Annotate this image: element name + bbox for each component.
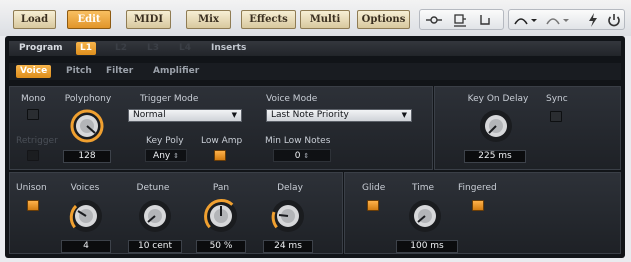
mono-toggle[interactable] [27,109,39,120]
polyphony-value[interactable]: 128 [63,150,111,163]
mix-button[interactable]: Mix [186,10,231,29]
min-low-notes-field[interactable]: 0 ⇕ [273,149,331,162]
key-poly-select[interactable]: Any ⇕ [145,149,187,162]
glide-toggle[interactable] [367,200,379,211]
low-amp-toggle[interactable] [214,150,226,161]
curve-down-icon[interactable] [513,12,539,28]
voice-mode-select[interactable]: Last Note Priority ▼ [266,109,412,122]
voice-mode-label: Voice Mode [266,94,318,104]
sync-toggle[interactable] [550,111,562,122]
lightning-icon[interactable] [585,12,601,28]
fingered-label: Fingered [458,183,497,193]
glide-label: Glide [362,183,386,193]
load-button[interactable]: Load [13,10,56,29]
edit-button[interactable]: Edit [67,10,111,29]
edit-icon-group [508,9,625,30]
delay-value[interactable]: 24 ms [263,240,313,253]
tab-amplifier[interactable]: Amplifier [153,66,199,76]
multi-button[interactable]: Multi [300,10,350,29]
retrigger-toggle[interactable] [27,150,39,161]
tab-voice[interactable]: Voice [16,65,52,78]
mono-label: Mono [21,94,46,104]
program-label: Program [19,43,63,53]
layer-tab-l1[interactable]: L1 [76,42,96,55]
glide-time-value[interactable]: 100 ms [396,240,458,253]
polyphony-knob[interactable] [69,108,105,144]
layer-tab-l4[interactable]: L4 [179,43,191,53]
fingered-toggle[interactable] [472,200,484,211]
sync-label: Sync [546,94,568,104]
notation-icon[interactable] [452,12,468,28]
tab-filter[interactable]: Filter [106,66,133,76]
chevron-down-icon: ▼ [401,111,407,119]
midi-button[interactable]: MIDI [126,10,171,29]
detune-label: Detune [136,183,170,193]
delay-knob[interactable] [270,198,306,234]
pan-label: Pan [212,183,230,193]
key-on-delay-knob[interactable] [478,108,514,144]
network-icon[interactable] [426,12,442,28]
layer-tab-l2[interactable]: L2 [115,43,127,53]
effects-button[interactable]: Effects [241,10,296,29]
stepper-icon: ⇕ [303,152,310,160]
detune-knob[interactable] [137,198,173,234]
time-label: Time [411,183,435,193]
key-poly-label: Key Poly [146,136,184,146]
chevron-down-icon: ▼ [231,111,237,119]
key-on-delay-value[interactable]: 225 ms [464,150,526,163]
delay-label: Delay [277,183,303,193]
curve-icon[interactable] [545,12,571,28]
polyphony-label: Polyphony [64,94,112,104]
options-button[interactable]: Options [357,10,410,29]
unison-toggle[interactable] [27,200,39,211]
min-low-notes-value: 0 [294,151,301,161]
inserts-tab[interactable]: Inserts [211,43,246,53]
retrigger-label: Retrigger [16,136,58,146]
pan-value[interactable]: 50 % [196,240,246,253]
trigger-mode-value: Normal [133,110,166,120]
tab-pitch[interactable]: Pitch [66,66,92,76]
unison-label: Unison [16,183,47,193]
voices-value[interactable]: 4 [61,240,111,253]
low-amp-label: Low Amp [201,136,243,146]
voices-knob[interactable] [68,198,104,234]
program-bar [9,41,621,56]
pan-knob[interactable] [203,198,239,234]
layer-tab-l3[interactable]: L3 [147,43,159,53]
min-low-notes-label: Min Low Notes [265,136,331,146]
glide-time-knob[interactable] [407,198,443,234]
trigger-mode-label: Trigger Mode [140,94,199,104]
key-poly-value: Any [153,151,171,161]
voice-mode-value: Last Note Priority [271,110,349,120]
routing-icon[interactable] [477,12,493,28]
detune-value[interactable]: 10 cent [128,240,182,253]
voice-tab-row [9,63,621,80]
view-icon-group [419,9,504,30]
voices-label: Voices [70,183,100,193]
trigger-mode-select[interactable]: Normal ▼ [128,109,242,122]
stepper-icon: ⇕ [173,152,179,160]
power-icon[interactable] [606,12,622,28]
key-on-delay-label: Key On Delay [467,94,529,104]
